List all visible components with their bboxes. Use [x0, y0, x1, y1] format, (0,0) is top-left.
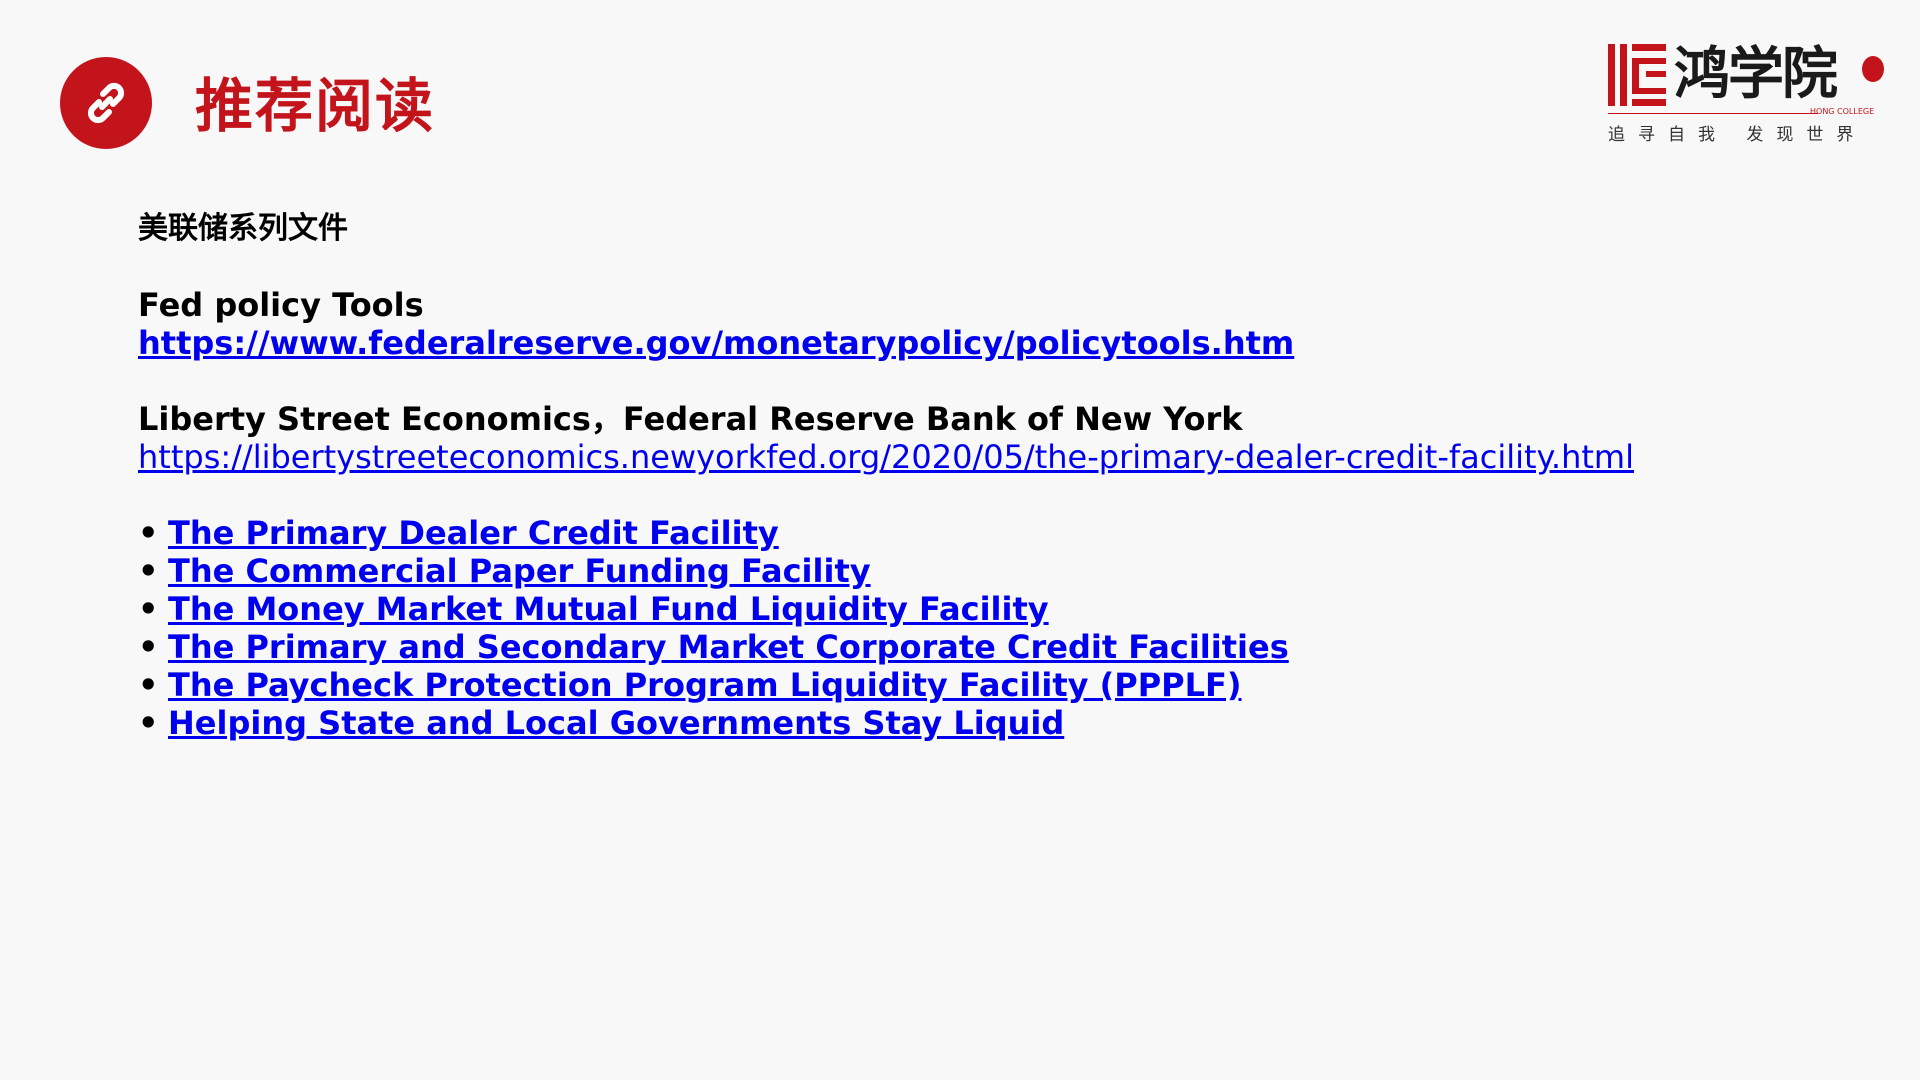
- link-icon: [87, 82, 125, 124]
- section-heading: 美联储系列文件: [138, 211, 348, 246]
- facility-link[interactable]: The Paycheck Protection Program Liquidit…: [168, 666, 1242, 704]
- list-item: • The Money Market Mutual Fund Liquidity…: [138, 590, 1838, 628]
- facility-link[interactable]: The Commercial Paper Funding Facility: [168, 552, 871, 590]
- college-logo: 鸿学院 HONG COLLEGE 追寻自我 发现世界: [1600, 38, 1890, 148]
- logo-subtitle: HONG COLLEGE: [1810, 107, 1875, 116]
- list-item: • The Paycheck Protection Program Liquid…: [138, 666, 1838, 704]
- facility-link[interactable]: The Primary Dealer Credit Facility: [168, 514, 779, 552]
- resource-block: Fed policy Tools https://www.federalrese…: [138, 286, 1838, 362]
- list-item: • The Commercial Paper Funding Facility: [138, 552, 1838, 590]
- facility-link[interactable]: Helping State and Local Governments Stay…: [168, 704, 1064, 742]
- bullet: •: [138, 628, 159, 666]
- resource-label: Liberty Street Economics，Federal Reserve…: [138, 400, 1243, 438]
- resource-url[interactable]: https://www.federalreserve.gov/monetaryp…: [138, 324, 1294, 362]
- logo-mark-icon: [1608, 44, 1666, 106]
- resource-url[interactable]: https://libertystreeteconomics.newyorkfe…: [138, 438, 1634, 476]
- logo-name: 鸿学院: [1674, 41, 1838, 107]
- resource-label: Fed policy Tools: [138, 286, 424, 324]
- page-title: 推荐阅读: [195, 72, 436, 140]
- facility-link[interactable]: The Money Market Mutual Fund Liquidity F…: [168, 590, 1049, 628]
- bullet: •: [138, 704, 159, 742]
- facility-link-list: • The Primary Dealer Credit Facility • T…: [138, 514, 1838, 742]
- bullet: •: [138, 514, 159, 552]
- seal-icon: [1862, 56, 1884, 82]
- list-item: • The Primary and Secondary Market Corpo…: [138, 628, 1838, 666]
- reading-list: 美联储系列文件 Fed policy Tools https://www.fed…: [138, 210, 1838, 742]
- logo-divider: [1608, 113, 1818, 114]
- logo-slogan: 追寻自我 发现世界: [1608, 125, 1867, 145]
- bullet: •: [138, 590, 159, 628]
- bullet: •: [138, 666, 159, 704]
- title-badge: [60, 57, 152, 149]
- list-item: • Helping State and Local Governments St…: [138, 704, 1838, 742]
- list-item: • The Primary Dealer Credit Facility: [138, 514, 1838, 552]
- bullet: •: [138, 552, 159, 590]
- facility-link[interactable]: The Primary and Secondary Market Corpora…: [168, 628, 1289, 666]
- resource-block: Liberty Street Economics，Federal Reserve…: [138, 400, 1838, 476]
